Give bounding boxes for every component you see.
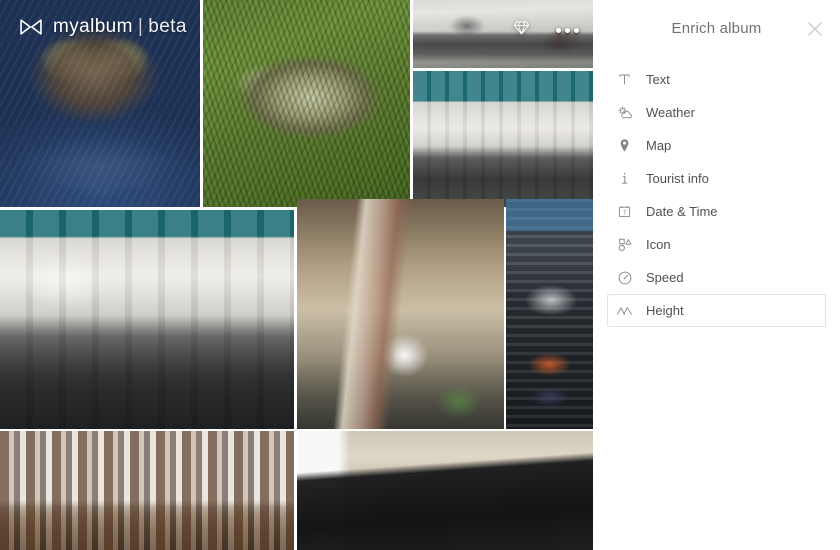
mountain-icon: [616, 302, 633, 319]
photo-action-bar: [513, 19, 579, 41]
app-window: myalbum | beta Enrich album Text Weather…: [0, 0, 840, 550]
diamond-icon[interactable]: [513, 19, 530, 41]
photo-image-shelving: [506, 199, 593, 429]
photo-tile[interactable]: [297, 199, 504, 429]
menu-item-text[interactable]: Text: [607, 63, 826, 96]
photo-tile[interactable]: [297, 431, 593, 550]
photo-tile[interactable]: [203, 0, 410, 207]
more-dots-icon[interactable]: [556, 27, 579, 33]
photo-image-laptop-desk: [297, 431, 593, 550]
menu-item-label: Height: [646, 303, 684, 318]
photo-tile[interactable]: [0, 0, 200, 207]
photo-image-cat-jeans: [0, 0, 200, 207]
menu-item-weather[interactable]: Weather: [607, 96, 826, 129]
menu-item-label: Weather: [646, 105, 695, 120]
text-icon: [616, 71, 633, 88]
panel-title: Enrich album: [671, 20, 762, 37]
gauge-icon: [616, 269, 633, 286]
menu-item-speed[interactable]: Speed: [607, 261, 826, 294]
menu-item-tourist-info[interactable]: Tourist info: [607, 162, 826, 195]
map-pin-icon: [616, 137, 633, 154]
photo-tile[interactable]: [0, 210, 294, 429]
menu-item-date-time[interactable]: 7 Date & Time: [607, 195, 826, 228]
enrich-panel: Enrich album Text Weather Map Tourist in…: [593, 0, 840, 550]
menu-item-label: Map: [646, 138, 672, 153]
enrich-menu: Text Weather Map Tourist info 7 Date & T…: [593, 57, 840, 327]
photo-image-cat-grass: [203, 0, 410, 207]
menu-item-label: Text: [646, 72, 670, 87]
photo-tile[interactable]: [0, 431, 294, 550]
menu-item-label: Tourist info: [646, 171, 709, 186]
photo-image-office-room: [0, 210, 294, 429]
svg-text:7: 7: [623, 211, 627, 217]
menu-item-label: Date & Time: [646, 204, 718, 219]
photo-tile[interactable]: [413, 71, 593, 207]
photo-tile[interactable]: [506, 199, 593, 429]
photo-image-canal-houses: [0, 431, 294, 550]
close-icon[interactable]: [805, 19, 825, 39]
weather-icon: [616, 104, 633, 121]
photo-image-office-teal: [413, 71, 593, 207]
shapes-icon: [616, 236, 633, 253]
panel-header: Enrich album: [593, 0, 840, 57]
menu-item-label: Icon: [646, 237, 671, 252]
info-icon: [616, 170, 633, 187]
menu-item-height[interactable]: Height: [607, 294, 826, 327]
calendar-icon: 7: [616, 203, 633, 220]
menu-item-map[interactable]: Map: [607, 129, 826, 162]
menu-item-icon[interactable]: Icon: [607, 228, 826, 261]
photo-grid: myalbum | beta: [0, 0, 593, 550]
menu-item-label: Speed: [646, 270, 684, 285]
photo-image-loft-lounge: [297, 199, 504, 429]
